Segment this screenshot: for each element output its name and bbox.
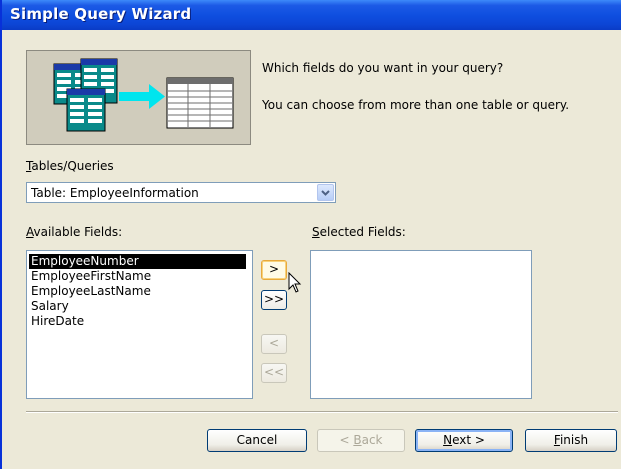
tables-queries-value: Table: EmployeeInformation [31,186,199,200]
list-item[interactable]: EmployeeFirstName [29,269,246,284]
title-bar[interactable]: Simple Query Wizard [2,0,621,30]
wizard-illustration [26,50,251,145]
back-button[interactable]: < Back [317,429,405,452]
chevron-down-icon [321,190,330,196]
prompt-question: Which fields do you want in your query? [262,61,504,75]
add-field-button[interactable]: > [261,260,287,280]
tables-queries-label: Tables/Queries [26,159,114,173]
query-wizard-window: Simple Query Wizard Which fields do you … [0,0,621,469]
next-button[interactable]: Next > [415,429,513,452]
remove-field-button[interactable]: < [261,334,287,354]
prompt-hint: You can choose from more than one table … [262,98,570,112]
tables-to-query-icon [53,58,234,132]
available-fields-label: Available Fields: [26,225,123,239]
list-item[interactable]: EmployeeLastName [29,284,246,299]
cancel-button[interactable]: Cancel [207,429,307,452]
list-item[interactable]: EmployeeNumber [29,254,246,269]
mouse-pointer-icon [288,272,302,293]
selected-fields-label: Selected Fields: [312,225,406,239]
window-title: Simple Query Wizard [10,5,192,23]
add-all-fields-button[interactable]: >> [261,290,287,310]
remove-all-fields-button[interactable]: << [261,363,287,383]
selected-fields-list[interactable] [310,250,532,399]
finish-button[interactable]: Finish [525,429,617,452]
dropdown-button[interactable] [317,184,334,201]
available-fields-list[interactable]: EmployeeNumber EmployeeFirstName Employe… [26,250,253,399]
list-item[interactable]: Salary [29,299,246,314]
tables-queries-dropdown[interactable]: Table: EmployeeInformation [26,182,336,203]
list-item[interactable]: HireDate [29,314,246,329]
